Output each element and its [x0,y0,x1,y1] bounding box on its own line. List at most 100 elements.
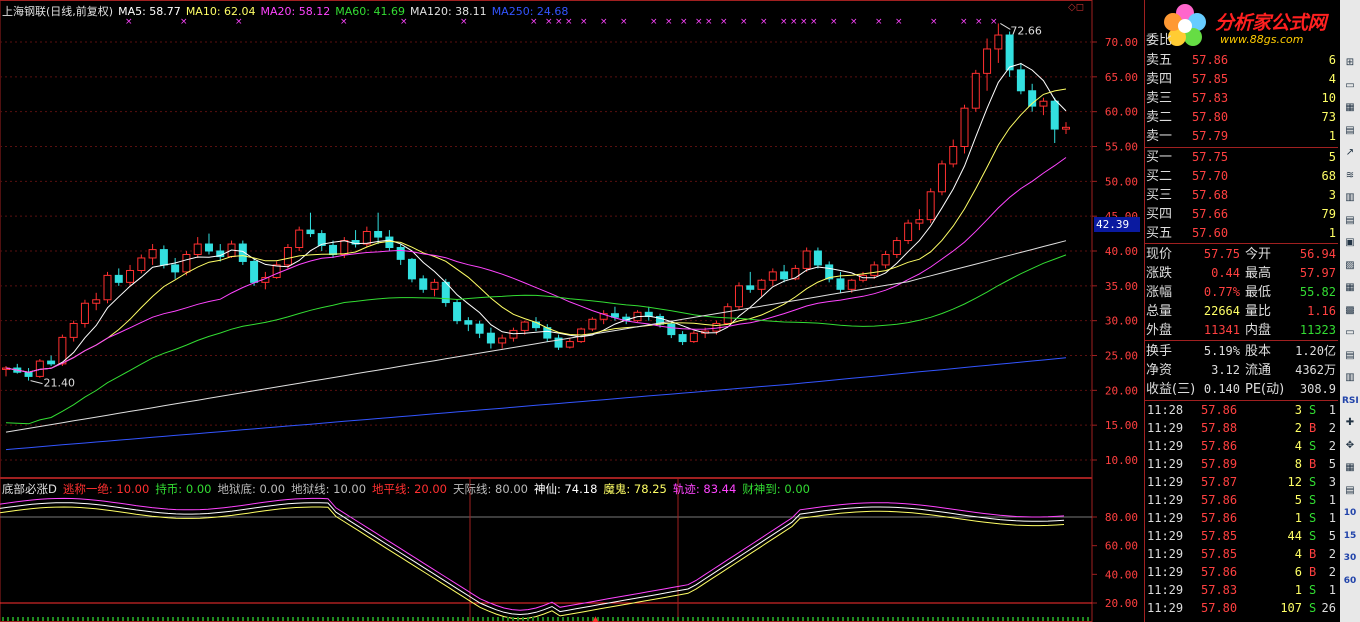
hold-bar [7,617,9,621]
toolbar-button[interactable]: ▤ [1342,214,1358,228]
tick-count: 5 [1328,529,1336,543]
indicator-legend: 底部必涨D 逃称一绝: 10.00 持币: 0.00 地狱底: 0.00 地狱线: 10… [2,481,816,497]
toolbar-button[interactable]: ▤ [1342,124,1358,138]
toolbar-button[interactable]: ↗ [1342,146,1358,160]
bid-row[interactable]: 买一 57.75 5 [1146,148,1338,167]
indicator-legend-item: 轨迹: 83.44 [672,482,737,496]
toolbar-button[interactable]: ▤ [1342,484,1358,498]
hold-bar [252,617,254,621]
stat-label: 外盘 [1146,323,1173,338]
toolbar-button[interactable]: 60 [1342,574,1358,588]
candle [599,310,608,325]
tick-price: 57.89 [1201,457,1238,471]
candle [69,320,78,342]
stat-label: 总量 [1146,304,1173,319]
candle [464,317,473,332]
hold-bar [912,617,914,621]
ask-row[interactable]: 卖五 57.86 6 [1146,51,1338,70]
candle-body [24,371,33,377]
hold-bar [1022,617,1024,621]
hold-bar [617,617,619,621]
toolbar-button[interactable]: ▩ [1342,304,1358,318]
tick-row: 11:28 57.86 3 S 1 [1146,401,1338,419]
hold-bar [907,617,909,621]
toolbar-button[interactable]: ▭ [1342,326,1358,340]
tick-time: 11:29 [1147,457,1184,471]
stat-value: 55.82 [1299,285,1336,299]
tick-side: S [1309,475,1317,489]
tick-row: 11:29 57.89 8 B 5 [1146,455,1338,473]
candle-body [407,258,416,280]
toolbar-button[interactable]: ✥ [1342,439,1358,453]
toolbar-button[interactable]: 15 [1342,529,1358,543]
hold-bar [97,617,99,621]
bid-row[interactable]: 买四 57.66 79 [1146,205,1338,224]
hold-bar [27,617,29,621]
fundamental-row: 净资 3.12 流通 4362万 [1146,361,1338,380]
hold-bar [392,617,394,621]
toolbar-button[interactable]: ⊞ [1342,56,1358,70]
candle [926,188,935,224]
candle-body [904,222,913,242]
hold-bar [482,617,484,621]
toolbar-button[interactable]: ✚ [1342,416,1358,430]
hold-bar [667,617,669,621]
hold-bar [452,617,454,621]
kline-chart-svg[interactable]: 70.0065.0060.0055.0050.0045.0040.0035.00… [0,0,1143,622]
divider [1145,243,1338,244]
kline-chart-area[interactable]: 70.0065.0060.0055.0050.0045.0040.0035.00… [0,0,1143,622]
ask-row[interactable]: 卖三 57.83 10 [1146,89,1338,108]
candle [126,264,135,286]
tick-volume: 3 [1294,403,1302,417]
hold-bar [682,617,684,621]
hold-bar [477,617,479,621]
candle [1028,83,1037,112]
tick-row: 11:29 57.83 1 S 1 [1146,581,1338,599]
hold-bar [842,617,844,621]
bid-label: 买四 [1146,207,1173,222]
toolbar-button[interactable]: ≋ [1342,169,1358,183]
tick-count: 26 [1321,601,1336,615]
bid-row[interactable]: 买二 57.70 68 [1146,167,1338,186]
candle-body [949,146,958,165]
hold-bar [502,617,504,621]
bid-row[interactable]: 买五 57.60 1 [1146,224,1338,243]
toolbar-button[interactable]: ▥ [1342,371,1358,385]
signal-marker: × [580,17,588,27]
hold-bar [737,617,739,621]
chart-corner-icon[interactable]: ◇◻ [1068,2,1088,14]
toolbar-button[interactable]: ▭ [1342,79,1358,93]
fundamental-label: 净资 [1146,363,1173,378]
hold-bar [197,617,199,621]
stat-row: 涨幅 0.77% 最低 55.82 [1146,283,1338,302]
toolbar-button[interactable]: ▣ [1342,236,1358,250]
tick-side: B [1309,547,1317,561]
toolbar-button[interactable]: ▦ [1342,461,1358,475]
toolbar-button[interactable]: ▦ [1342,281,1358,295]
toolbar-button[interactable]: 30 [1342,551,1358,565]
candle [780,264,789,283]
toolbar-button[interactable]: ▥ [1342,191,1358,205]
signal-marker: × [720,17,728,27]
ask-volume: 6 [1328,53,1336,67]
toolbar-button[interactable]: ▨ [1342,259,1358,273]
candle-body [69,322,78,338]
hold-bar [67,617,69,621]
hold-bar [512,617,514,621]
hold-bar [692,617,694,621]
ask-row[interactable]: 卖二 57.80 73 [1146,108,1338,127]
toolbar-button[interactable]: RSI [1342,394,1359,408]
ask-row[interactable]: 卖四 57.85 4 [1146,70,1338,89]
bid-row[interactable]: 买三 57.68 3 [1146,186,1338,205]
right-toolbar: ⊞ ▭ ▦ ▤ ↗ ≋ ▥ ▤ ▣ ▨ ▦ ▩ ▭ ▤ ▥ RSI ✚ ✥ ▦ ▤ 10 15 30 60 [1340,0,1360,622]
toolbar-button[interactable]: ▤ [1342,349,1358,363]
candle-body [971,72,980,109]
hold-bar [727,617,729,621]
ask-row[interactable]: 卖一 57.79 1 [1146,127,1338,146]
hold-bar [137,617,139,621]
hold-bar [802,617,804,621]
candle [47,355,56,366]
toolbar-button[interactable]: ▦ [1342,101,1358,115]
tick-volume: 44 [1287,529,1302,543]
toolbar-button[interactable]: 10 [1342,506,1358,520]
